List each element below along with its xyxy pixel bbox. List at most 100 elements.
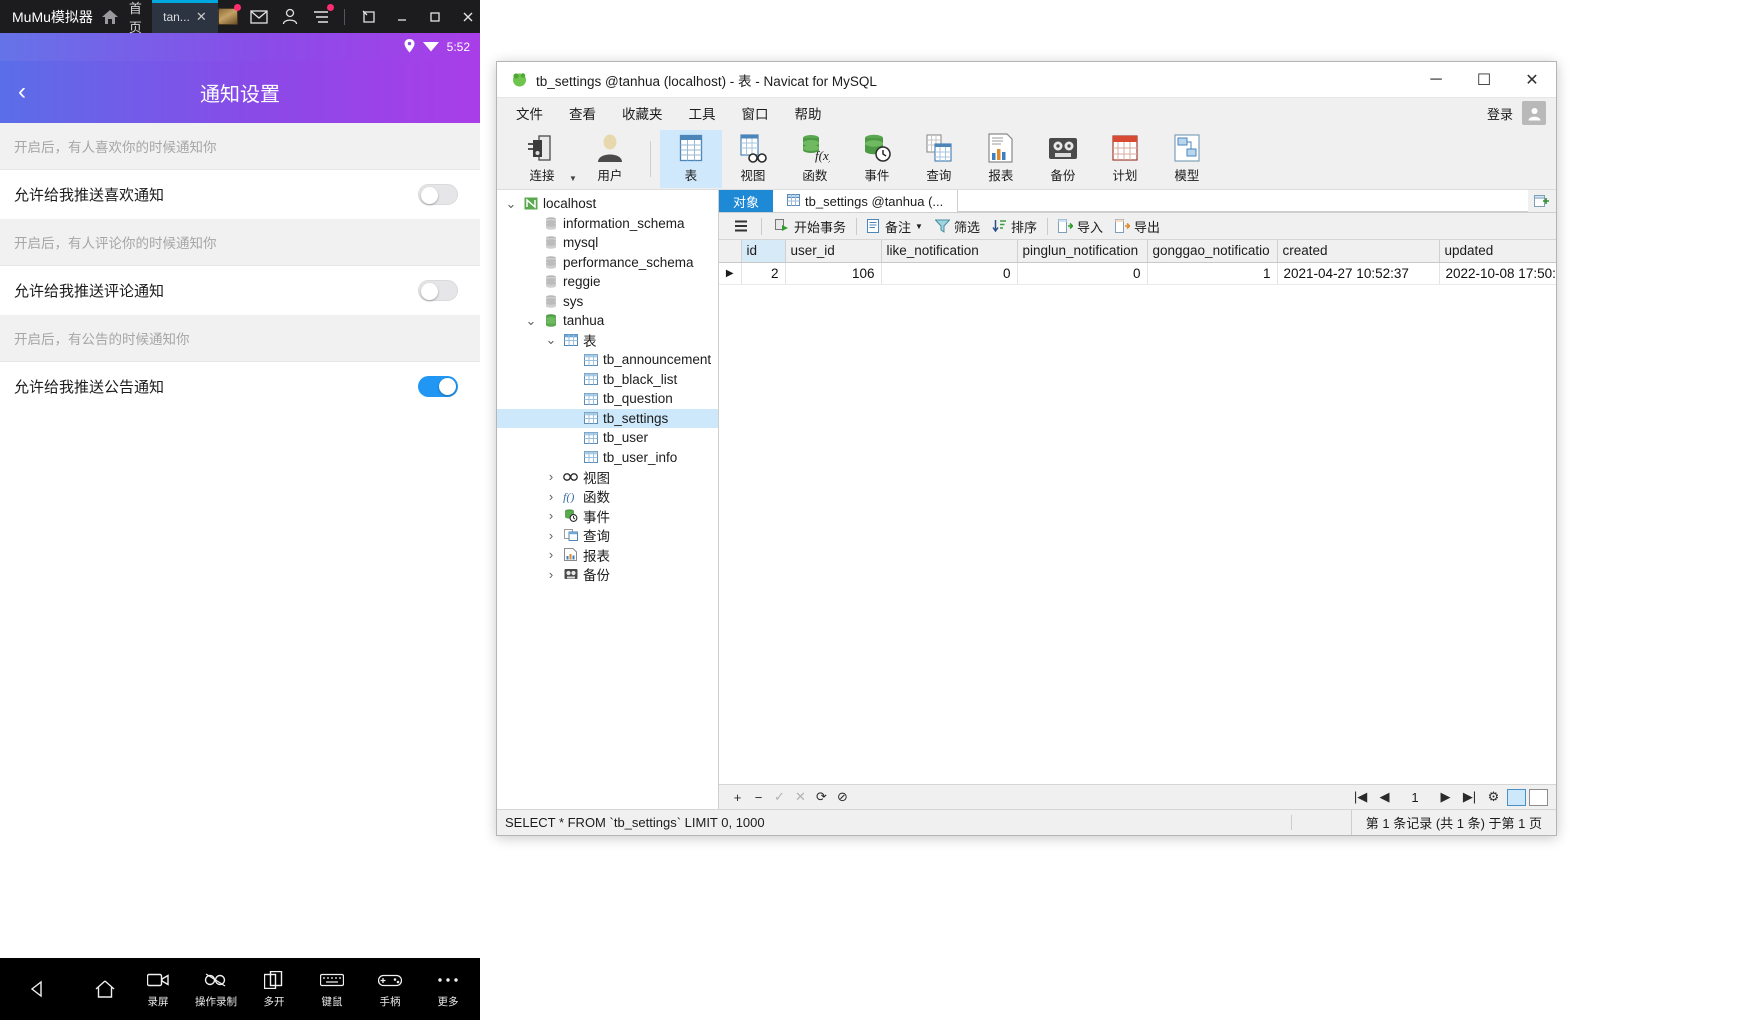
maximize-icon[interactable] bbox=[424, 6, 446, 28]
cell-user_id[interactable]: 106 bbox=[785, 262, 882, 285]
tree-item-performance_schema[interactable]: performance_schema bbox=[497, 253, 718, 273]
column-header-pinglun_notification[interactable]: pinglun_notification bbox=[1017, 240, 1148, 263]
grid-menu-icon[interactable] bbox=[728, 217, 754, 235]
chevron-right-icon[interactable]: › bbox=[544, 528, 558, 543]
column-header-id[interactable]: id bbox=[741, 240, 786, 263]
toolbar-user-button[interactable]: 用户 bbox=[579, 130, 641, 188]
close-icon[interactable]: ✕ bbox=[196, 9, 207, 25]
prev-page-button[interactable]: ◀ bbox=[1374, 787, 1395, 808]
chevron-down-icon[interactable]: ⌄ bbox=[524, 313, 538, 329]
toolbar-query-button[interactable]: 查询 bbox=[908, 130, 970, 188]
toolbar-report-button[interactable]: 报表 bbox=[970, 130, 1032, 188]
grid-view-toggle[interactable] bbox=[1507, 788, 1526, 806]
tree-item-tb_settings[interactable]: tb_settings bbox=[497, 408, 718, 428]
chevron-down-icon[interactable]: ⌄ bbox=[504, 196, 518, 212]
table-row[interactable]: ▶ 2 106 0 0 1 2021-04-27 10:52:37 2022-10-08 17… bbox=[719, 262, 1556, 285]
cell-gonggao_notificatio[interactable]: 1 bbox=[1147, 262, 1278, 285]
home-tab-label[interactable]: 首页 bbox=[119, 0, 152, 35]
toolbar-schedule-button[interactable]: 计划 bbox=[1094, 130, 1156, 188]
tree-item-报表[interactable]: › 报表 bbox=[497, 545, 718, 565]
toolbar-table-button[interactable]: 表 bbox=[659, 129, 722, 188]
menu-icon[interactable] bbox=[311, 3, 334, 27]
close-button[interactable]: ✕ bbox=[1508, 62, 1556, 97]
menu-查看[interactable]: 查看 bbox=[556, 99, 609, 127]
account-icon[interactable] bbox=[280, 7, 300, 27]
login-link[interactable]: 登录 bbox=[1487, 104, 1513, 123]
settings-row[interactable]: 允许给我推送评论通知 bbox=[0, 266, 480, 315]
grid-filter-button[interactable]: 筛选 bbox=[929, 214, 986, 239]
refresh-button[interactable]: ⟳ bbox=[811, 787, 832, 808]
chevron-down-icon[interactable]: ▼ bbox=[915, 222, 923, 231]
tree-item-tb_user_info[interactable]: tb_user_info bbox=[497, 448, 718, 468]
cell-id[interactable]: 2 bbox=[741, 262, 786, 285]
emulator-tool-更多[interactable]: 更多 bbox=[426, 969, 470, 1009]
back-icon[interactable]: ‹ bbox=[18, 80, 26, 104]
stop-button[interactable]: ⊘ bbox=[832, 787, 853, 808]
maximize-button[interactable]: ☐ bbox=[1460, 62, 1508, 97]
tree-item-sys[interactable]: sys bbox=[497, 292, 718, 312]
menu-帮助[interactable]: 帮助 bbox=[782, 99, 835, 127]
tree-item-表[interactable]: ⌄ 表 bbox=[497, 331, 718, 351]
grid-note-button[interactable]: 备注 ▼ bbox=[861, 214, 929, 239]
cell-pinglun_notification[interactable]: 0 bbox=[1017, 262, 1148, 285]
grid-transaction-button[interactable]: 开始事务 bbox=[769, 214, 852, 239]
form-view-toggle[interactable] bbox=[1529, 788, 1548, 806]
chevron-right-icon[interactable]: › bbox=[544, 508, 558, 523]
grid-settings-button[interactable]: ⚙ bbox=[1483, 787, 1504, 808]
cell-updated[interactable]: 2022-10-08 17:50:31 bbox=[1439, 262, 1556, 285]
tree-item-视图[interactable]: › 视图 bbox=[497, 467, 718, 487]
menu-工具[interactable]: 工具 bbox=[676, 99, 729, 127]
column-header-created[interactable]: created bbox=[1277, 240, 1440, 263]
next-page-button[interactable]: ▶ bbox=[1435, 787, 1456, 808]
add-record-button[interactable]: + bbox=[727, 787, 748, 808]
tree-item-事件[interactable]: › 事件 bbox=[497, 506, 718, 526]
mail-icon[interactable] bbox=[249, 7, 269, 27]
settings-toggle[interactable] bbox=[418, 376, 458, 397]
emulator-tool-手柄[interactable]: 手柄 bbox=[368, 969, 412, 1009]
back-nav-icon[interactable] bbox=[26, 978, 48, 1000]
close-window-icon[interactable] bbox=[457, 6, 479, 28]
grid-sort-button[interactable]: 排序 bbox=[986, 214, 1043, 239]
column-header-like_notification[interactable]: like_notification bbox=[881, 240, 1018, 263]
column-header-updated[interactable]: updated bbox=[1439, 240, 1556, 263]
user-avatar-icon[interactable] bbox=[217, 3, 241, 27]
tree-item-tanhua[interactable]: ⌄ tanhua bbox=[497, 311, 718, 331]
settings-row[interactable]: 允许给我推送公告通知 bbox=[0, 362, 480, 411]
object-tree[interactable]: ⌄ localhost information_schema mysql perform… bbox=[497, 190, 719, 809]
settings-row[interactable]: 允许给我推送喜欢通知 bbox=[0, 170, 480, 219]
emulator-tool-录屏[interactable]: 录屏 bbox=[136, 969, 180, 1009]
cell-like_notification[interactable]: 0 bbox=[881, 262, 1018, 285]
toolbar-model-button[interactable]: 模型 bbox=[1156, 130, 1218, 188]
chevron-right-icon[interactable]: › bbox=[544, 547, 558, 562]
chevron-right-icon[interactable]: › bbox=[544, 469, 558, 484]
cell-created[interactable]: 2021-04-27 10:52:37 bbox=[1277, 262, 1440, 285]
delete-record-button[interactable]: − bbox=[748, 787, 769, 808]
tree-item-函数[interactable]: › f() 函数 bbox=[497, 487, 718, 507]
emulator-tool-键鼠[interactable]: 键鼠 bbox=[310, 969, 354, 1009]
page-number[interactable]: 1 bbox=[1398, 790, 1432, 805]
tab-objects[interactable]: 对象 bbox=[719, 190, 774, 212]
tree-item-tb_announcement[interactable]: tb_announcement bbox=[497, 350, 718, 370]
menu-窗口[interactable]: 窗口 bbox=[729, 99, 782, 127]
menu-文件[interactable]: 文件 bbox=[503, 99, 556, 127]
fullscreen-icon[interactable] bbox=[358, 6, 380, 28]
toolbar-view-button[interactable]: 视图 bbox=[722, 130, 784, 188]
tree-item-tb_user[interactable]: tb_user bbox=[497, 428, 718, 448]
tree-item-备份[interactable]: › 备份 bbox=[497, 565, 718, 585]
chevron-down-icon[interactable]: ⌄ bbox=[544, 332, 558, 348]
last-page-button[interactable]: ▶| bbox=[1459, 787, 1480, 808]
grid-export-button[interactable]: 导出 bbox=[1109, 214, 1166, 239]
new-tab-icon[interactable] bbox=[1528, 190, 1556, 212]
tree-item-tb_black_list[interactable]: tb_black_list bbox=[497, 370, 718, 390]
minimize-icon[interactable] bbox=[391, 6, 413, 28]
minimize-button[interactable]: ─ bbox=[1412, 62, 1460, 97]
chevron-down-icon[interactable]: ▼ bbox=[569, 174, 577, 183]
column-header-user_id[interactable]: user_id bbox=[785, 240, 882, 263]
settings-toggle[interactable] bbox=[418, 280, 458, 301]
emulator-tab-tanhua[interactable]: tan... ✕ bbox=[151, 0, 218, 33]
menu-收藏夹[interactable]: 收藏夹 bbox=[609, 99, 676, 127]
cancel-edit-button[interactable]: ✕ bbox=[790, 787, 811, 808]
home-icon[interactable] bbox=[101, 0, 119, 33]
tree-item-tb_question[interactable]: tb_question bbox=[497, 389, 718, 409]
chevron-right-icon[interactable]: › bbox=[544, 489, 558, 504]
